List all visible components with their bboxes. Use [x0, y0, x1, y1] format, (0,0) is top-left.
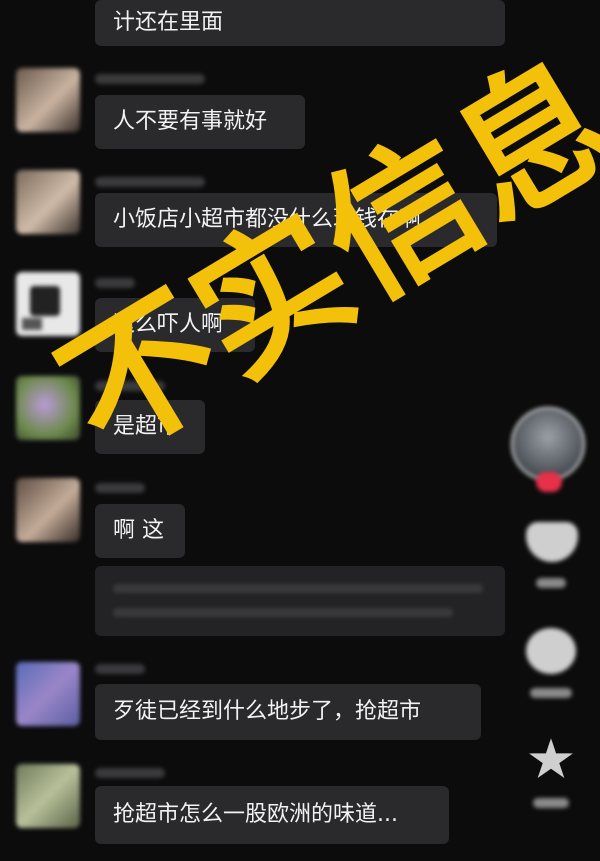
username	[95, 74, 205, 84]
favorite-count	[533, 798, 569, 808]
message-text: 歹徒已经到什么地步了，抢超市	[113, 699, 422, 724]
message-bubble[interactable]: 计还在里面	[95, 0, 505, 46]
avatar[interactable]	[16, 764, 80, 828]
avatar[interactable]	[16, 478, 80, 542]
username	[95, 664, 145, 674]
username	[95, 768, 165, 778]
message-bubble[interactable]: 歹徒已经到什么地步了，抢超市	[95, 684, 481, 740]
like-icon[interactable]	[526, 522, 578, 562]
message-bubble[interactable]: 啊 这	[95, 504, 185, 558]
avatar[interactable]	[16, 170, 80, 234]
username	[95, 177, 205, 187]
avatar[interactable]	[16, 662, 80, 726]
live-badge[interactable]	[536, 472, 562, 492]
message-bubble[interactable]: 抢超市怎么一股欧洲的味道...	[95, 786, 449, 844]
message-text: 抢超市怎么一股欧洲的味道...	[113, 802, 398, 827]
like-count	[536, 578, 566, 588]
blurred-message[interactable]	[95, 566, 505, 636]
message-bubble[interactable]: 人不要有事就好	[95, 95, 305, 149]
favorite-icon[interactable]	[528, 738, 574, 779]
message-text: 啊 这	[113, 518, 164, 543]
message-text: 人不要有事就好	[113, 109, 268, 134]
comment-count	[530, 688, 572, 698]
avatar[interactable]	[16, 68, 80, 132]
message-text: 计还在里面	[113, 10, 224, 35]
comment-icon[interactable]	[526, 628, 576, 674]
streamer-avatar[interactable]	[511, 407, 585, 481]
